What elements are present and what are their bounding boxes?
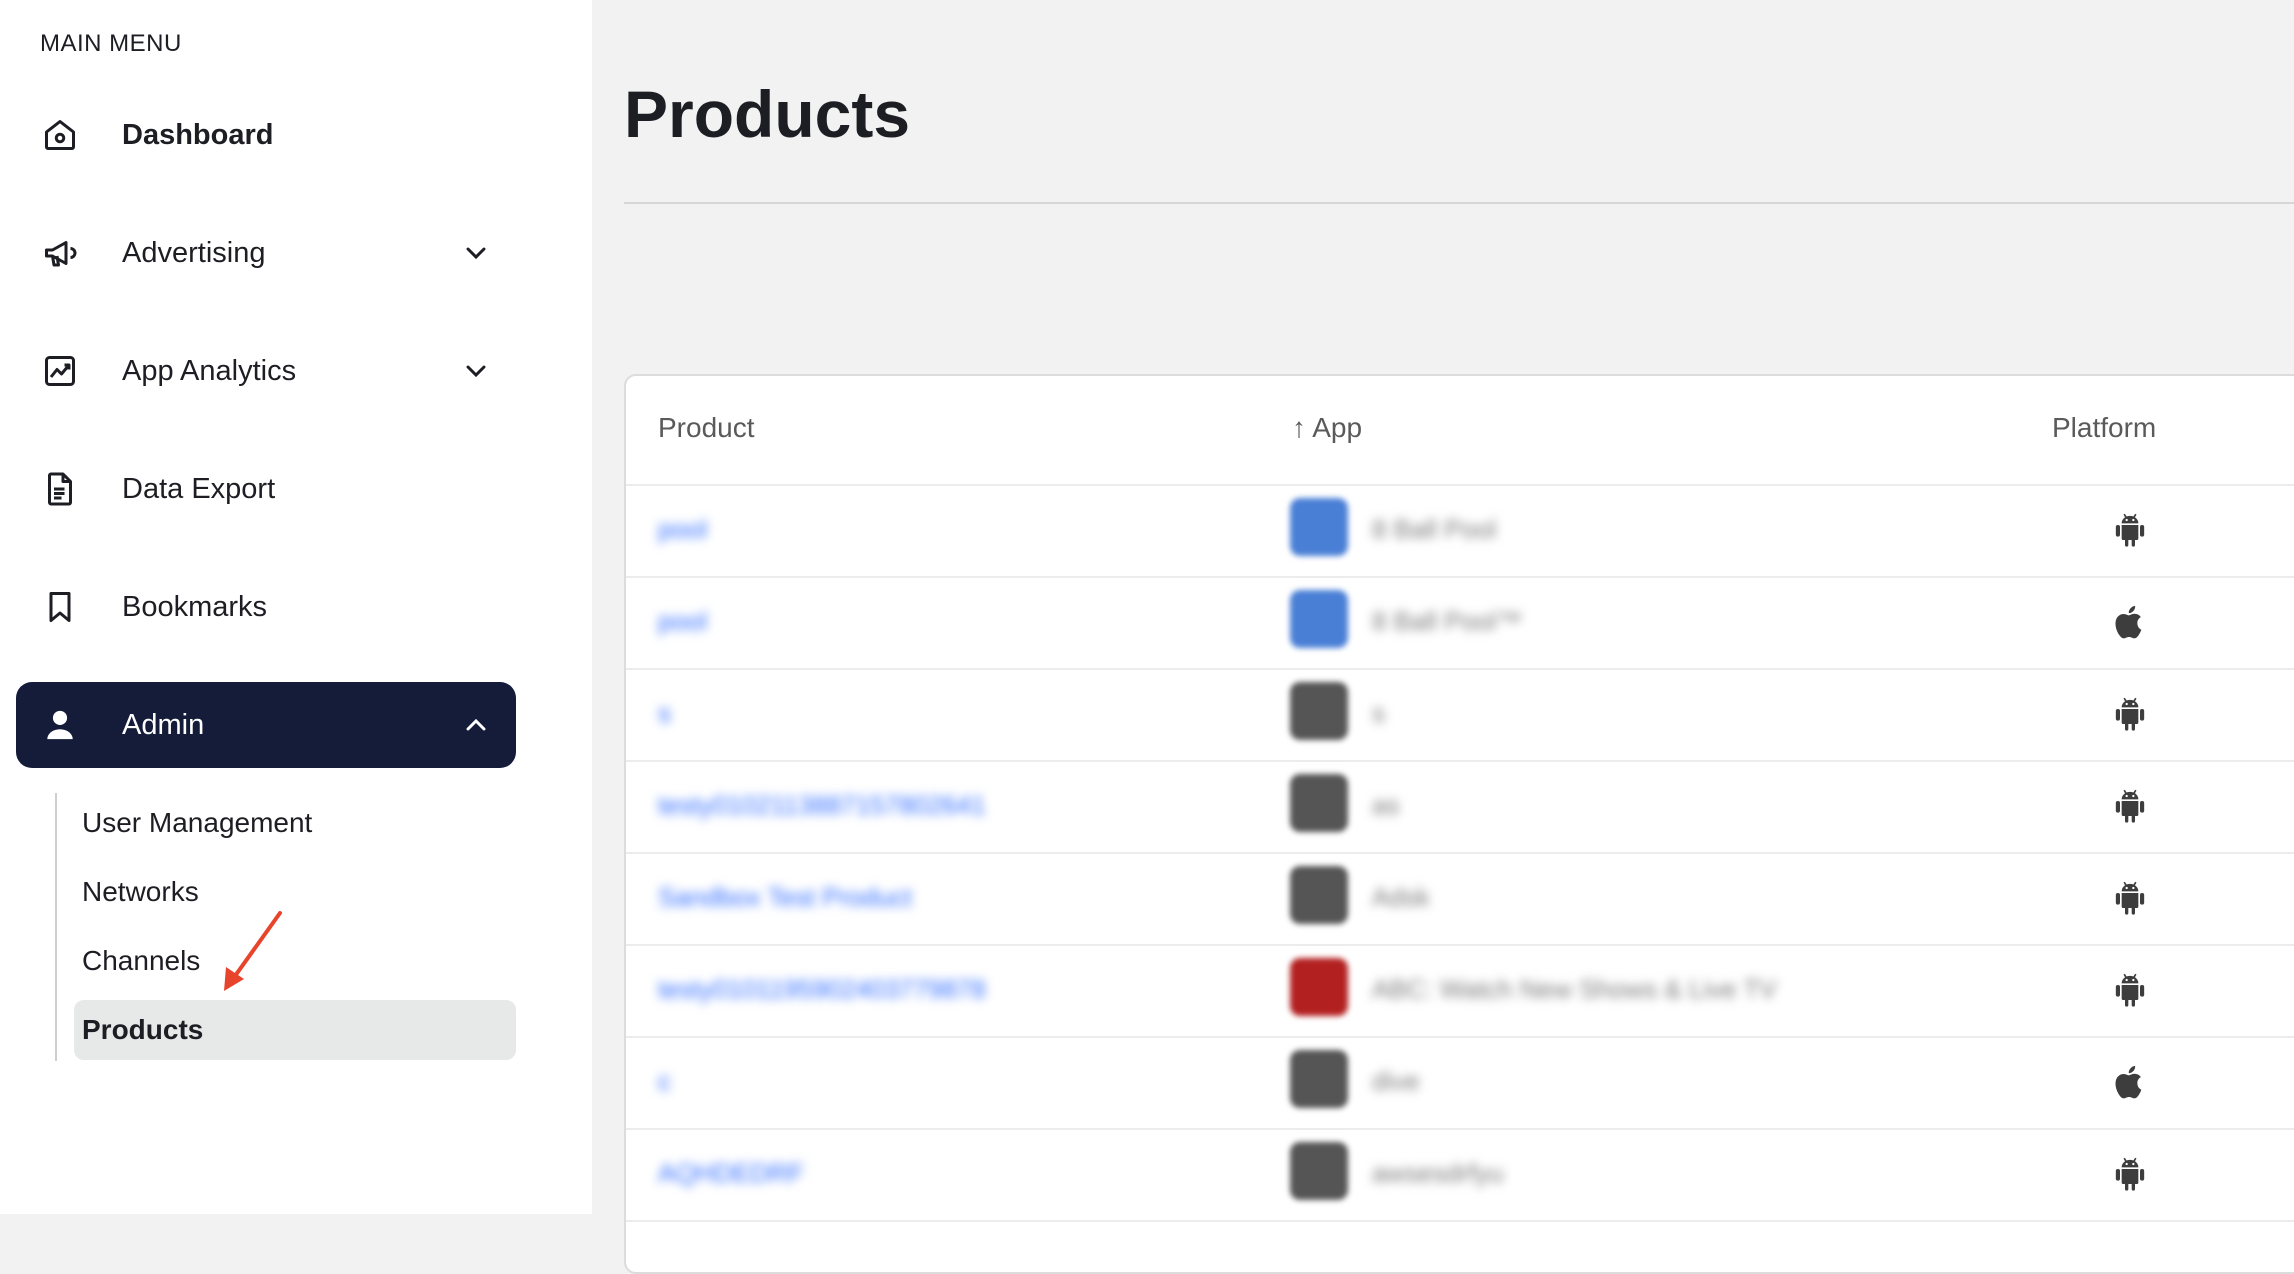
red-arrow-annotation	[224, 911, 282, 991]
bookmark-icon	[40, 587, 80, 627]
main-content: Products Product ↑ App Platform pool 8 Ba…	[592, 0, 2294, 1274]
android-icon	[2110, 786, 2150, 826]
app-name: s	[1372, 698, 1385, 728]
app-name: dive	[1372, 1066, 1420, 1096]
product-link[interactable]: AQHDEDRF	[658, 1158, 804, 1189]
submenu-line	[55, 793, 57, 1061]
android-icon	[2110, 878, 2150, 918]
app-icon	[1290, 866, 1348, 924]
android-icon	[2110, 510, 2150, 550]
nav-dashboard[interactable]: Dashboard	[16, 92, 516, 178]
app-icon	[1290, 774, 1348, 832]
user-icon	[40, 705, 80, 745]
product-link[interactable]: testy0101195902403779878	[658, 974, 986, 1005]
app-name: 8 Ball Pool™	[1372, 606, 1523, 636]
nav-data-export[interactable]: Data Export	[16, 446, 516, 532]
nav-bookmarks-label: Bookmarks	[122, 590, 268, 623]
megaphone-icon	[40, 233, 80, 273]
app-name: ABC: Watch New Shows & Live TV	[1372, 974, 1777, 1004]
table-row[interactable]: AQHDEDRF awsesdrfyu	[626, 1128, 2294, 1222]
sidebar: MAIN MENU Dashboard Advertising App Anal…	[0, 0, 592, 1214]
submenu-user-management[interactable]: User Management	[74, 793, 516, 853]
android-icon	[2110, 1154, 2150, 1194]
table-row[interactable]: pool 8 Ball Pool™	[626, 576, 2294, 670]
product-link[interactable]: pool	[658, 514, 707, 545]
nav-advertising-label: Advertising	[122, 236, 266, 269]
product-link[interactable]: Sandbox Test Product	[658, 882, 912, 913]
app-name: as	[1372, 790, 1400, 820]
submenu-products[interactable]: Products	[74, 1000, 516, 1060]
nav-app-analytics[interactable]: App Analytics	[16, 328, 516, 414]
chevron-down-icon[interactable]	[460, 237, 492, 269]
app-icon	[1290, 498, 1348, 556]
table-header: Product ↑ App Platform	[626, 376, 2294, 486]
home-icon	[40, 115, 80, 155]
app-icon	[1290, 590, 1348, 648]
product-link[interactable]: s	[658, 698, 671, 729]
chevron-down-icon[interactable]	[460, 355, 492, 387]
android-icon	[2110, 694, 2150, 734]
app-name: 8 Ball Pool	[1372, 514, 1497, 544]
title-divider	[624, 202, 2294, 204]
nav-dashboard-label: Dashboard	[122, 118, 274, 151]
android-icon	[2110, 970, 2150, 1010]
table-row[interactable]: c dive	[626, 1036, 2294, 1130]
main-menu-heading: MAIN MENU	[40, 30, 182, 57]
app-icon	[1290, 682, 1348, 740]
app-icon	[1290, 1050, 1348, 1108]
submenu-channels[interactable]: Channels	[74, 931, 516, 991]
column-header-app[interactable]: ↑ App	[1292, 412, 1362, 444]
nav-app-analytics-label: App Analytics	[122, 354, 297, 387]
table-row[interactable]: ss	[626, 668, 2294, 762]
table-row[interactable]: pool 8 Ball Pool	[626, 484, 2294, 578]
table-row[interactable]: Sandbox Test Product Adsk	[626, 852, 2294, 946]
nav-advertising[interactable]: Advertising	[16, 210, 516, 296]
nav-admin[interactable]: Admin	[16, 682, 516, 768]
product-link[interactable]: c	[658, 1066, 671, 1097]
chart-icon	[40, 351, 80, 391]
app-name: Adsk	[1372, 882, 1430, 912]
table-row[interactable]: testy0101195902403779878 ABC: Watch New S…	[626, 944, 2294, 1038]
nav-data-export-label: Data Export	[122, 472, 276, 505]
nav-bookmarks[interactable]: Bookmarks	[16, 564, 516, 650]
column-header-product[interactable]: Product	[658, 412, 755, 444]
apple-icon	[2110, 1062, 2150, 1102]
product-link[interactable]: pool	[658, 606, 707, 637]
app-icon	[1290, 958, 1348, 1016]
chevron-up-icon[interactable]	[460, 709, 492, 741]
page-title: Products	[624, 77, 911, 151]
app-icon	[1290, 1142, 1348, 1200]
column-header-platform[interactable]: Platform	[2052, 412, 2156, 444]
apple-icon	[2110, 602, 2150, 642]
table-row[interactable]: testy0102113887157802641 as	[626, 760, 2294, 854]
product-link[interactable]: testy0102113887157802641	[658, 790, 986, 821]
nav-admin-label: Admin	[122, 708, 205, 741]
app-name: awsesdrfyu	[1372, 1158, 1504, 1188]
document-icon	[40, 469, 80, 509]
products-table: Product ↑ App Platform pool 8 Ball Pool po…	[624, 374, 2294, 1274]
submenu-networks[interactable]: Networks	[74, 862, 516, 922]
